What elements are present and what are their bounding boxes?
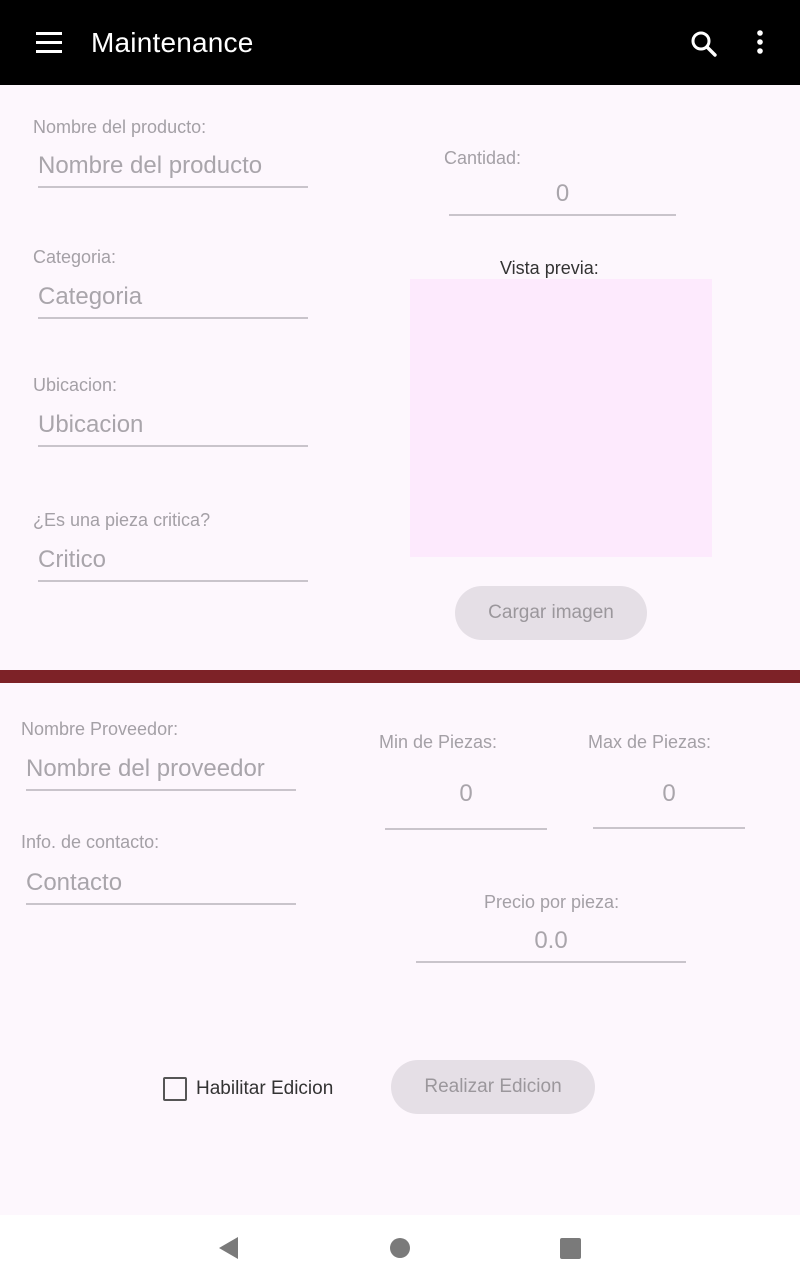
location-input[interactable]: Ubicacion [38,407,308,447]
contact-label: Info. de contacto: [21,832,160,852]
search-icon[interactable] [688,28,720,60]
quantity-label: Cantidad: [444,148,522,168]
system-nav-bar [0,1215,800,1280]
min-pieces-label: Min de Piezas: [379,732,498,752]
supplier-name-input[interactable]: Nombre del proveedor [26,751,296,791]
home-icon[interactable] [390,1238,410,1258]
category-input[interactable]: Categoria [38,279,308,319]
critical-label: ¿Es una pieza critica? [33,510,211,530]
category-label: Categoria: [33,247,117,267]
enable-edit-label: Habilitar Edicion [196,1078,334,1099]
menu-icon[interactable] [36,32,62,54]
submit-edit-button[interactable]: Realizar Edicion [391,1060,595,1114]
price-label: Precio por pieza: [484,892,620,912]
max-pieces-input[interactable]: 0 [593,776,745,829]
product-name-label: Nombre del producto: [33,117,207,137]
critical-input[interactable]: Critico [38,542,308,582]
contact-input[interactable]: Contacto [26,865,296,905]
enable-edit-checkbox[interactable] [163,1077,187,1101]
section-divider [0,670,800,683]
product-name-input[interactable]: Nombre del producto [38,148,308,188]
more-vert-icon[interactable] [748,28,772,58]
min-pieces-input[interactable]: 0 [385,776,547,830]
max-pieces-label: Max de Piezas: [588,732,712,752]
price-input[interactable]: 0.0 [416,923,686,963]
recents-icon[interactable] [560,1238,581,1259]
quantity-input[interactable]: 0 [449,176,676,216]
image-preview [410,279,712,557]
location-label: Ubicacion: [33,375,118,395]
app-title: Maintenance [91,27,254,58]
supplier-name-label: Nombre Proveedor: [21,719,179,739]
load-image-button[interactable]: Cargar imagen [455,586,647,640]
back-icon[interactable] [219,1237,238,1259]
preview-label: Vista previa: [500,258,599,278]
app-bar: Maintenance [0,0,800,85]
